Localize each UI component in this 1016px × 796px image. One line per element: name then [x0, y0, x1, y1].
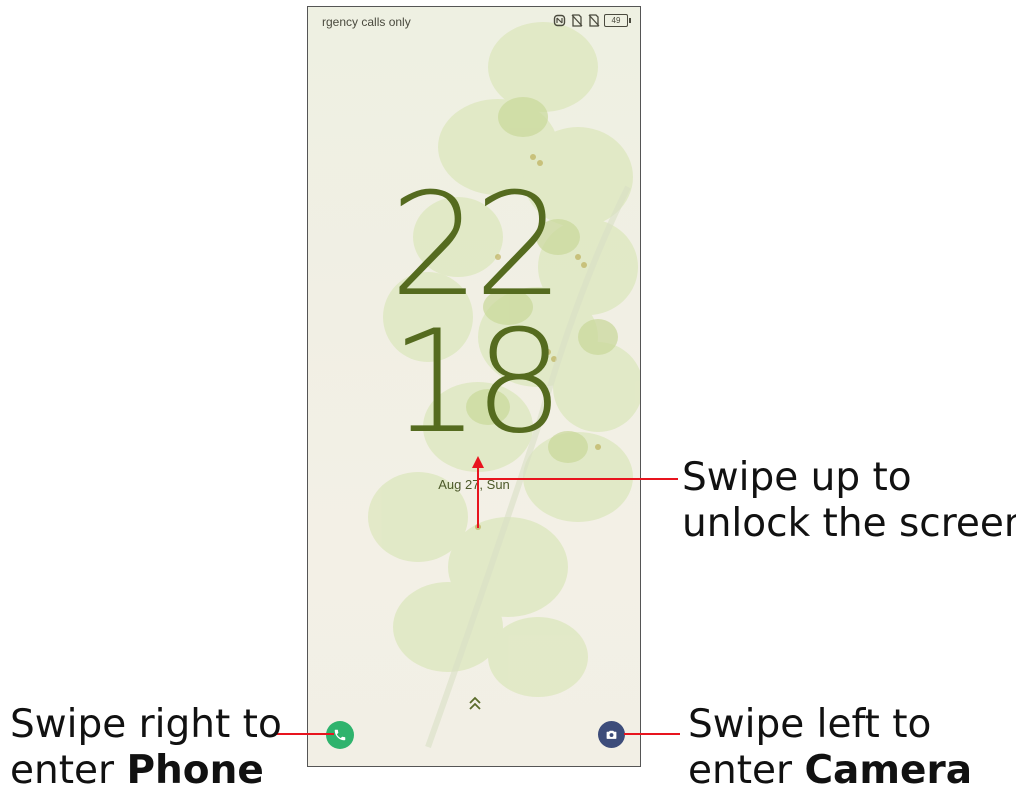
camera-callout-bold: Camera [804, 748, 973, 793]
phone-callout-line1: Swipe right to [10, 702, 282, 747]
camera-shortcut-button[interactable] [598, 721, 625, 748]
no-sim-icon [571, 14, 583, 27]
unlock-callout-line2: unlock the screen [682, 501, 1016, 546]
status-icons: 49 [553, 14, 631, 27]
unlock-callout-line1: Swipe up to [682, 455, 912, 500]
phone-callout: Swipe right to enter Phone [10, 702, 282, 794]
no-sim-icon [588, 14, 600, 27]
unlock-callout: Swipe up to unlock the screen [682, 455, 1016, 547]
camera-callout-line1: Swipe left to [688, 702, 932, 747]
phone-screen: rgency calls only 49 22 18 Aug 27, Sun [307, 6, 641, 767]
phone-callout-bold: Phone [126, 748, 264, 793]
status-bar: rgency calls only 49 [308, 7, 640, 37]
camera-callout-prefix: enter [688, 748, 805, 793]
camera-callout: Swipe left to enter Camera [688, 702, 972, 794]
date-label: Aug 27, Sun [438, 477, 510, 492]
battery-icon: 49 [604, 14, 631, 27]
carrier-status-text: rgency calls only [322, 15, 411, 29]
phone-callout-prefix: enter [10, 748, 127, 793]
camera-icon [606, 730, 617, 739]
phone-callout-line2: enter Phone [10, 748, 282, 794]
phone-icon [334, 729, 346, 741]
clock-minutes: 18 [389, 300, 565, 465]
clock-hours: 22 [389, 163, 565, 328]
double-chevron-up-icon[interactable] [467, 694, 483, 714]
camera-callout-line2: enter Camera [688, 748, 972, 794]
phone-shortcut-button[interactable] [326, 721, 354, 749]
nfc-icon [553, 14, 566, 27]
